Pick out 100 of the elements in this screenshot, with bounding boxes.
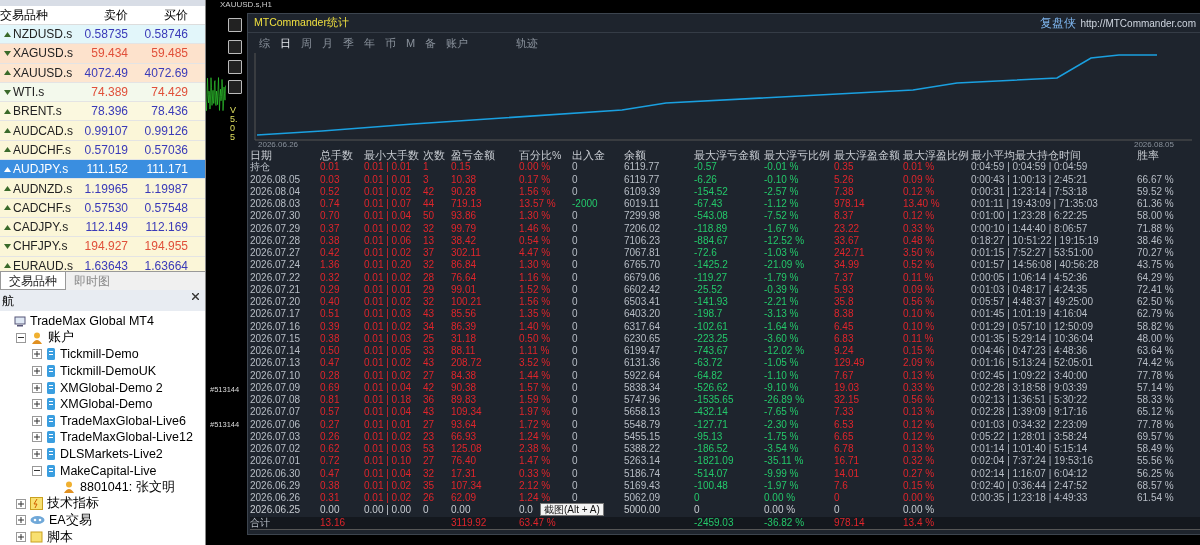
symbol-row[interactable]: BRENT.s 78.396 78.436 [0,102,205,122]
close-icon[interactable] [192,293,199,300]
toolbar-icon[interactable] [228,40,242,54]
table-cell: 71.88 % [1137,222,1174,235]
table-cell: 0 [572,173,578,186]
period-tab[interactable]: 币 [384,35,397,51]
symbol-row[interactable]: AUDCAD.s 0.99107 0.99126 [0,121,205,141]
symbol-row[interactable]: XAGUSD.s 59.434 59.485 [0,44,205,64]
table-cell: 8.37 [834,210,854,223]
symbol-row[interactable]: CHFJPY.s 194.927 194.955 [0,237,205,257]
tree-item[interactable]: EA交易 [49,511,92,529]
column-header: 余额 [624,149,646,162]
table-cell: 0.74 [320,198,340,211]
tree-item[interactable]: TradeMax Global MT4 [30,314,154,329]
table-cell: 0.01 | 0.03 [364,443,412,456]
tab[interactable]: 交易品种 [0,272,66,290]
table-cell: 0.11 % [903,332,934,345]
tree-item[interactable]: Tickmill-Demo [60,347,139,362]
table-cell: 0 [572,247,578,260]
symbol-row[interactable]: XAUUSD.s 4072.49 4072.69 [0,63,205,83]
expand-toggle[interactable] [32,366,42,377]
table-cell: 0.01 | 0.18 [364,394,412,407]
period-tab[interactable]: 日 [279,35,292,51]
expand-toggle[interactable] [32,382,42,393]
table-cell: 0:01:29 | 0:57:10 | 12:50:09 [971,320,1093,333]
table-cell: 8.38 [834,308,854,321]
table-cell: -2000 [572,198,598,211]
symbol-row[interactable]: WTI.s 74.389 74.429 [0,82,205,103]
column-header: 最小平均最大持仓时间 [971,149,1081,162]
symbol-row[interactable]: CADJPY.s 112.149 112.169 [0,217,205,238]
table-cell: 7106.23 [624,234,661,247]
expand-toggle[interactable] [32,349,42,360]
period-tab[interactable]: M [405,35,417,51]
table-cell: 61.36 % [1137,198,1174,211]
toolbar-icon[interactable] [228,60,242,74]
table-cell: 0 [572,259,578,272]
table-cell: 0.01 | 0.01 [364,283,412,296]
period-tab[interactable]: 账户 [445,35,470,51]
table-cell: 0 [572,394,578,407]
tree-item[interactable]: 8801041: 张文明 [80,478,175,496]
expand-toggle[interactable] [32,432,42,443]
table-cell: 0 [572,308,578,321]
symbol-row[interactable]: NZDUSD.s 0.58735 0.58746 [0,25,205,45]
period-tab[interactable]: 轨迹 [515,35,540,51]
table-cell: 50 [423,210,435,223]
table-cell: 0:05:57 | 4:48:37 | 49:25:00 [971,296,1093,309]
period-tab[interactable]: 月 [321,35,334,51]
table-cell: 9.24 [834,345,854,358]
table-cell: 0.01 | 0.10 [364,455,412,468]
table-cell: 0:01:57 | 14:56:08 | 40:56:28 [971,259,1099,272]
symbol-row[interactable]: AUDNZD.s 1.19965 1.19987 [0,179,205,199]
column-header: 百分比% [519,149,562,162]
table-cell: 0:18:27 | 10:51:22 | 19:15:19 [971,234,1099,247]
tree-item[interactable]: MakeCapital-Live [60,463,157,478]
tree-item[interactable]: XMGlobal-Demo [60,397,153,412]
period-tab[interactable]: 周 [300,35,313,51]
symbol-row[interactable]: AUDCHF.s 0.57019 0.57036 [0,140,205,161]
period-tab[interactable]: 备 [424,35,438,51]
expand-toggle[interactable] [16,532,26,542]
expand-toggle[interactable] [32,449,42,460]
tree-item[interactable]: TradeMaxGlobal-Live6 [60,413,186,428]
tree-item[interactable]: 账户 [48,329,74,347]
period-tab[interactable]: 季 [342,35,355,51]
tree-item[interactable]: 技术指标 [47,495,99,513]
table-cell: 77.78 % [1137,369,1174,382]
column-header: 最大浮亏金额 [694,149,760,162]
table-cell: 0.81 [320,394,340,407]
tree-item[interactable]: XMGlobal-Demo 2 [60,380,163,395]
tree-item[interactable]: TradeMaxGlobal-Live12 [60,430,193,445]
table-cell: 58.49 % [1137,443,1174,456]
table-cell: 0:02:40 | 0:36:44 | 2:47:52 [971,479,1088,492]
tree-item[interactable]: 脚本 [47,528,73,545]
toolbar-icon[interactable] [228,80,242,94]
table-cell: 6019.11 [624,198,660,211]
expand-toggle[interactable] [16,498,26,509]
expand-toggle[interactable] [32,399,42,410]
table-cell: 74.42 % [1137,357,1174,370]
table-cell: 63.64 % [1137,345,1174,358]
table-cell: 0.01 | 0.02 [364,430,412,443]
table-cell: -100.48 [694,479,728,492]
website-link[interactable]: http://MTCommander.com [1080,17,1196,29]
symbol-row[interactable]: CADCHF.s 0.57530 0.57548 [0,198,205,218]
table-cell: 26 [423,492,435,505]
table-cell: 7.67 [834,369,854,382]
table-cell: 0.47 [320,467,340,480]
tree-item[interactable]: Tickmill-DemoUK [60,364,157,379]
table-cell: 38.42 [451,234,477,247]
expand-toggle[interactable] [32,415,42,426]
table-cell: 0:00:35 | 1:23:18 | 4:49:33 [971,492,1088,505]
period-tab[interactable]: 综 [258,35,271,51]
table-cell: 0.47 [320,357,340,370]
toolbar-icon[interactable] [228,18,242,32]
collapse-toggle[interactable] [16,332,26,343]
period-tab[interactable]: 年 [363,35,376,51]
expand-toggle[interactable] [16,515,26,526]
table-cell: 0.01 | 0.01 [364,161,412,174]
collapse-toggle[interactable] [32,465,42,476]
tree-item[interactable]: DLSMarkets-Live2 [60,447,163,462]
table-cell: 0 [572,185,578,198]
table-cell: 7.37 [834,271,854,284]
